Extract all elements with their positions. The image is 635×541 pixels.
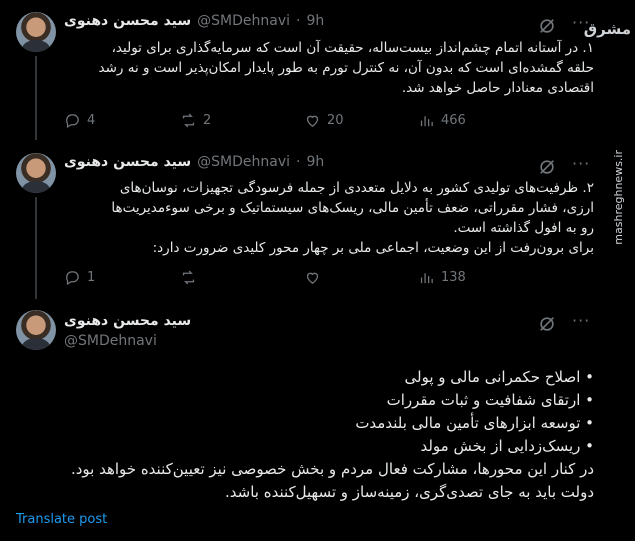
text-line: ارزی، فشار مقرراتی، ضعف تأمین مالی، ریسک…	[111, 200, 594, 216]
avatar[interactable]	[16, 12, 56, 52]
author-handle[interactable]: @SMDehnavi	[64, 333, 157, 349]
repost-button[interactable]	[180, 269, 203, 286]
like-button[interactable]	[304, 269, 327, 286]
thread-line	[35, 197, 37, 299]
mashregh-watermark: مشرق mashreghnews.ir	[584, 0, 635, 245]
views-icon	[420, 273, 433, 284]
reply-count: 1	[87, 270, 96, 285]
watermark-site: mashreghnews.ir	[612, 150, 625, 245]
text-line: رو به افول گذاشته است.	[453, 220, 594, 236]
author-handle[interactable]: @SMDehnavi	[197, 154, 290, 170]
timestamp[interactable]: 9h	[306, 154, 324, 170]
views-count: 466	[441, 113, 466, 128]
repost-icon	[182, 113, 195, 128]
text-line: اقتصادی معنادار حاصل خواهد شد.	[401, 80, 594, 96]
reply-count: 4	[87, 113, 96, 128]
text-line: حلقه گمشده‌ای است که بدون آن، نه کنترل ت…	[98, 60, 595, 76]
timestamp[interactable]: 9h	[306, 13, 324, 29]
reply-button[interactable]: 4	[64, 112, 95, 129]
repost-count: 2	[203, 113, 212, 128]
text-line: دولت باید به جای تصدی‌گری، زمینه‌ساز و ت…	[225, 483, 594, 501]
reply-button[interactable]: 1	[64, 269, 95, 286]
text-line: در کنار این محورها، مشارکت فعال مردم و ب…	[70, 460, 594, 478]
author-name[interactable]: سید محسن دهنوی	[64, 154, 191, 170]
author-name[interactable]: سید محسن دهنوی	[64, 13, 191, 29]
avatar[interactable]	[16, 310, 56, 350]
reply-icon	[66, 114, 79, 129]
tweet-text: ۱. در آستانه اتمام چشم‌انداز بیست‌ساله، …	[64, 38, 595, 98]
text-line: • ارتقای شفافیت و ثبات مقررات	[386, 391, 594, 409]
heart-icon	[306, 115, 319, 127]
reply-icon	[66, 271, 79, 286]
thread-line	[35, 56, 37, 140]
views-button[interactable]: 466	[418, 112, 466, 129]
text-line: برای برون‌رفت از این وضعیت، اجماعی ملی ب…	[152, 240, 594, 256]
tweet-header: سید محسن دهنوی @SMDehnavi · 9h	[64, 13, 324, 29]
tweet-header: سید محسن دهنوی @SMDehnavi · 9h	[64, 154, 324, 170]
heart-icon	[306, 272, 319, 284]
author-handle[interactable]: @SMDehnavi	[197, 13, 290, 29]
grok-icon[interactable]	[538, 17, 556, 35]
repost-icon	[182, 270, 195, 285]
views-button[interactable]: 138	[418, 269, 466, 286]
views-count: 138	[441, 270, 466, 285]
separator-dot: ·	[296, 154, 301, 170]
like-button[interactable]: 20	[304, 112, 344, 129]
more-horizontal-icon[interactable]: ···	[572, 13, 590, 32]
text-line: • اصلاح حکمرانی مالی و پولی	[404, 368, 595, 386]
grok-icon[interactable]	[538, 315, 556, 333]
text-line: • ریسک‌زدایی از بخش مولد	[420, 437, 594, 455]
tweet-text: ۲. ظرفیت‌های تولیدی کشور به دلایل متعددی…	[64, 178, 594, 258]
watermark-logo: مشرق	[583, 20, 631, 38]
separator-dot: ·	[296, 13, 301, 29]
text-line: ۲. ظرفیت‌های تولیدی کشور به دلایل متعددی…	[119, 180, 594, 196]
like-count: 20	[327, 113, 344, 128]
avatar[interactable]	[16, 153, 56, 193]
more-horizontal-icon[interactable]: ···	[572, 154, 590, 173]
main-tweet-text: • اصلاح حکمرانی مالی و پولی • ارتقای شفا…	[16, 366, 594, 504]
translate-post-link[interactable]: Translate post	[16, 512, 107, 527]
views-icon	[420, 116, 433, 127]
grok-icon[interactable]	[538, 158, 556, 176]
repost-button[interactable]: 2	[180, 112, 211, 129]
text-line: • توسعه ابزارهای تأمین مالی بلندمدت	[355, 414, 594, 432]
author-name[interactable]: سید محسن دهنوی	[64, 313, 191, 329]
more-horizontal-icon[interactable]: ···	[572, 311, 590, 330]
text-line: ۱. در آستانه اتمام چشم‌انداز بیست‌ساله، …	[111, 40, 594, 56]
